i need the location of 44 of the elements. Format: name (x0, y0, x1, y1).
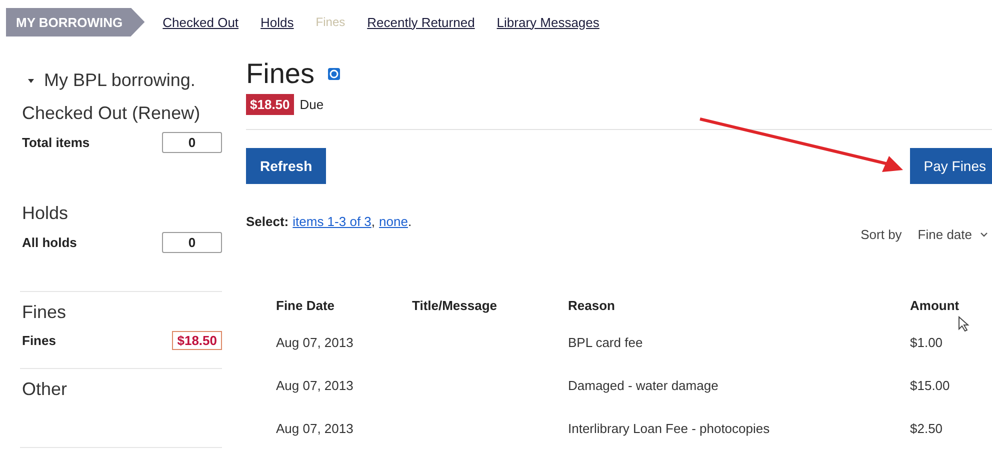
nav-tab[interactable]: Recently Returned (367, 14, 475, 30)
section-label: Fines (22, 333, 56, 348)
section-title[interactable]: Fines (22, 302, 222, 323)
section-label: Total items (22, 135, 90, 150)
section-title[interactable]: Holds (22, 203, 222, 224)
amount-due-badge: $18.50 (246, 94, 294, 115)
section-title[interactable]: Checked Out (Renew) (22, 103, 222, 124)
count-badge: 0 (162, 232, 222, 253)
nav-tab[interactable]: Library Messages (496, 14, 600, 30)
section-title[interactable]: Other (22, 379, 222, 400)
table-cell: $1.00 (910, 335, 943, 350)
table-cell: $2.50 (910, 421, 943, 436)
select-link[interactable]: items 1-3 of 3 (292, 214, 372, 229)
table-cell: Aug 07, 2013 (276, 335, 354, 350)
refresh-button[interactable]: Refresh (246, 148, 326, 184)
select-link[interactable]: none (379, 214, 408, 229)
nav-tab[interactable]: Holds (260, 14, 294, 30)
count-badge: 0 (162, 132, 222, 153)
caret-icon[interactable] (28, 78, 34, 84)
column-header: Title/Message (412, 298, 498, 313)
column-header: Amount (910, 298, 960, 313)
table-cell: BPL card fee (568, 335, 643, 350)
due-label: Due (300, 97, 324, 112)
table-cell: Damaged - water damage (568, 378, 718, 393)
sort-dropdown[interactable]: Fine date (918, 227, 988, 242)
table-cell: Aug 07, 2013 (276, 378, 354, 393)
page-title: Fines (246, 58, 314, 90)
section-banner: MY BORROWING (6, 8, 145, 36)
punctuation: , (371, 214, 376, 229)
sort-label: Sort by (860, 227, 902, 242)
table-cell: Interlibrary Loan Fee - photocopies (568, 421, 770, 436)
pay-fines-button[interactable]: Pay Fines (910, 148, 992, 184)
nav-tab[interactable]: Checked Out (162, 14, 239, 30)
cursor-icon (958, 316, 970, 332)
select-label: Select: (246, 214, 289, 229)
section-label: All holds (22, 235, 77, 250)
table-cell: Aug 07, 2013 (276, 421, 354, 436)
fine-badge: $18.50 (172, 331, 222, 350)
sidebar-heading: My BPL borrowing. (44, 70, 196, 91)
chevron-icon (980, 232, 988, 237)
column-header: Reason (568, 298, 615, 313)
column-header: Fine Date (276, 298, 335, 313)
table-cell: $15.00 (910, 378, 950, 393)
punctuation: . (408, 214, 412, 229)
